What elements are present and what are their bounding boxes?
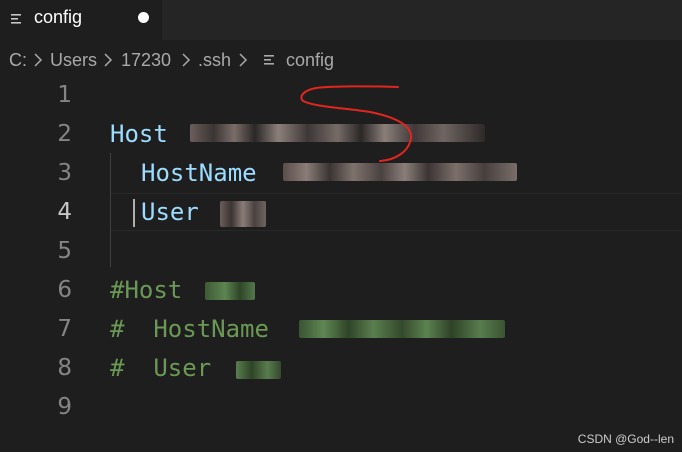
- tab-config[interactable]: config: [0, 0, 162, 40]
- file-lines-icon: [11, 14, 21, 24]
- code-comment-host[interactable]: #Host: [110, 275, 182, 305]
- line-number: 3: [57, 160, 72, 186]
- breadcrumb-item-17230[interactable]: 17230: [121, 50, 171, 71]
- redacted-user-value: [220, 201, 266, 227]
- breadcrumb: C: Users 17230 .ssh config: [0, 40, 682, 80]
- breadcrumb-item-users[interactable]: Users: [50, 50, 97, 71]
- line-number: 6: [57, 277, 72, 303]
- watermark: CSDN @God--len: [577, 432, 674, 446]
- line-number: 5: [57, 238, 72, 264]
- breadcrumb-item-config[interactable]: config: [286, 50, 334, 71]
- breadcrumb-item-ssh[interactable]: .ssh: [198, 50, 231, 71]
- chevron-right-icon: [239, 53, 248, 67]
- line-number: 9: [57, 394, 72, 420]
- text-cursor: [133, 199, 135, 227]
- unsaved-dot-icon[interactable]: [138, 12, 149, 23]
- code-comment-user[interactable]: # User: [110, 353, 211, 383]
- redacted-comment-hostname-value: [299, 320, 505, 338]
- code-comment-hostname[interactable]: # HostName: [110, 314, 269, 344]
- indent-guide: [110, 153, 111, 267]
- code-hostname-keyword[interactable]: HostName: [141, 158, 257, 188]
- line-number: 8: [57, 355, 72, 381]
- line-number: 1: [57, 82, 72, 108]
- redacted-comment-host-value: [205, 282, 255, 300]
- line-number: 2: [57, 121, 72, 147]
- chevron-right-icon: [34, 53, 43, 67]
- tab-bar: config: [0, 0, 682, 40]
- line-number: 7: [57, 316, 72, 342]
- code-user-keyword[interactable]: User: [141, 197, 199, 227]
- tab-label: config: [34, 7, 83, 27]
- code-host-keyword[interactable]: Host: [110, 119, 168, 149]
- redacted-host-value: [190, 124, 485, 142]
- line-number-active: 4: [57, 199, 72, 225]
- redacted-hostname-value: [283, 163, 517, 181]
- file-lines-icon: [264, 55, 274, 65]
- chevron-right-icon: [104, 53, 113, 67]
- editor-window: config C: Users 17230 .ssh config 1 2 3 …: [0, 0, 682, 452]
- redacted-comment-user-value: [236, 361, 281, 379]
- chevron-right-icon: [182, 53, 191, 67]
- breadcrumb-item-drive[interactable]: C:: [9, 50, 27, 71]
